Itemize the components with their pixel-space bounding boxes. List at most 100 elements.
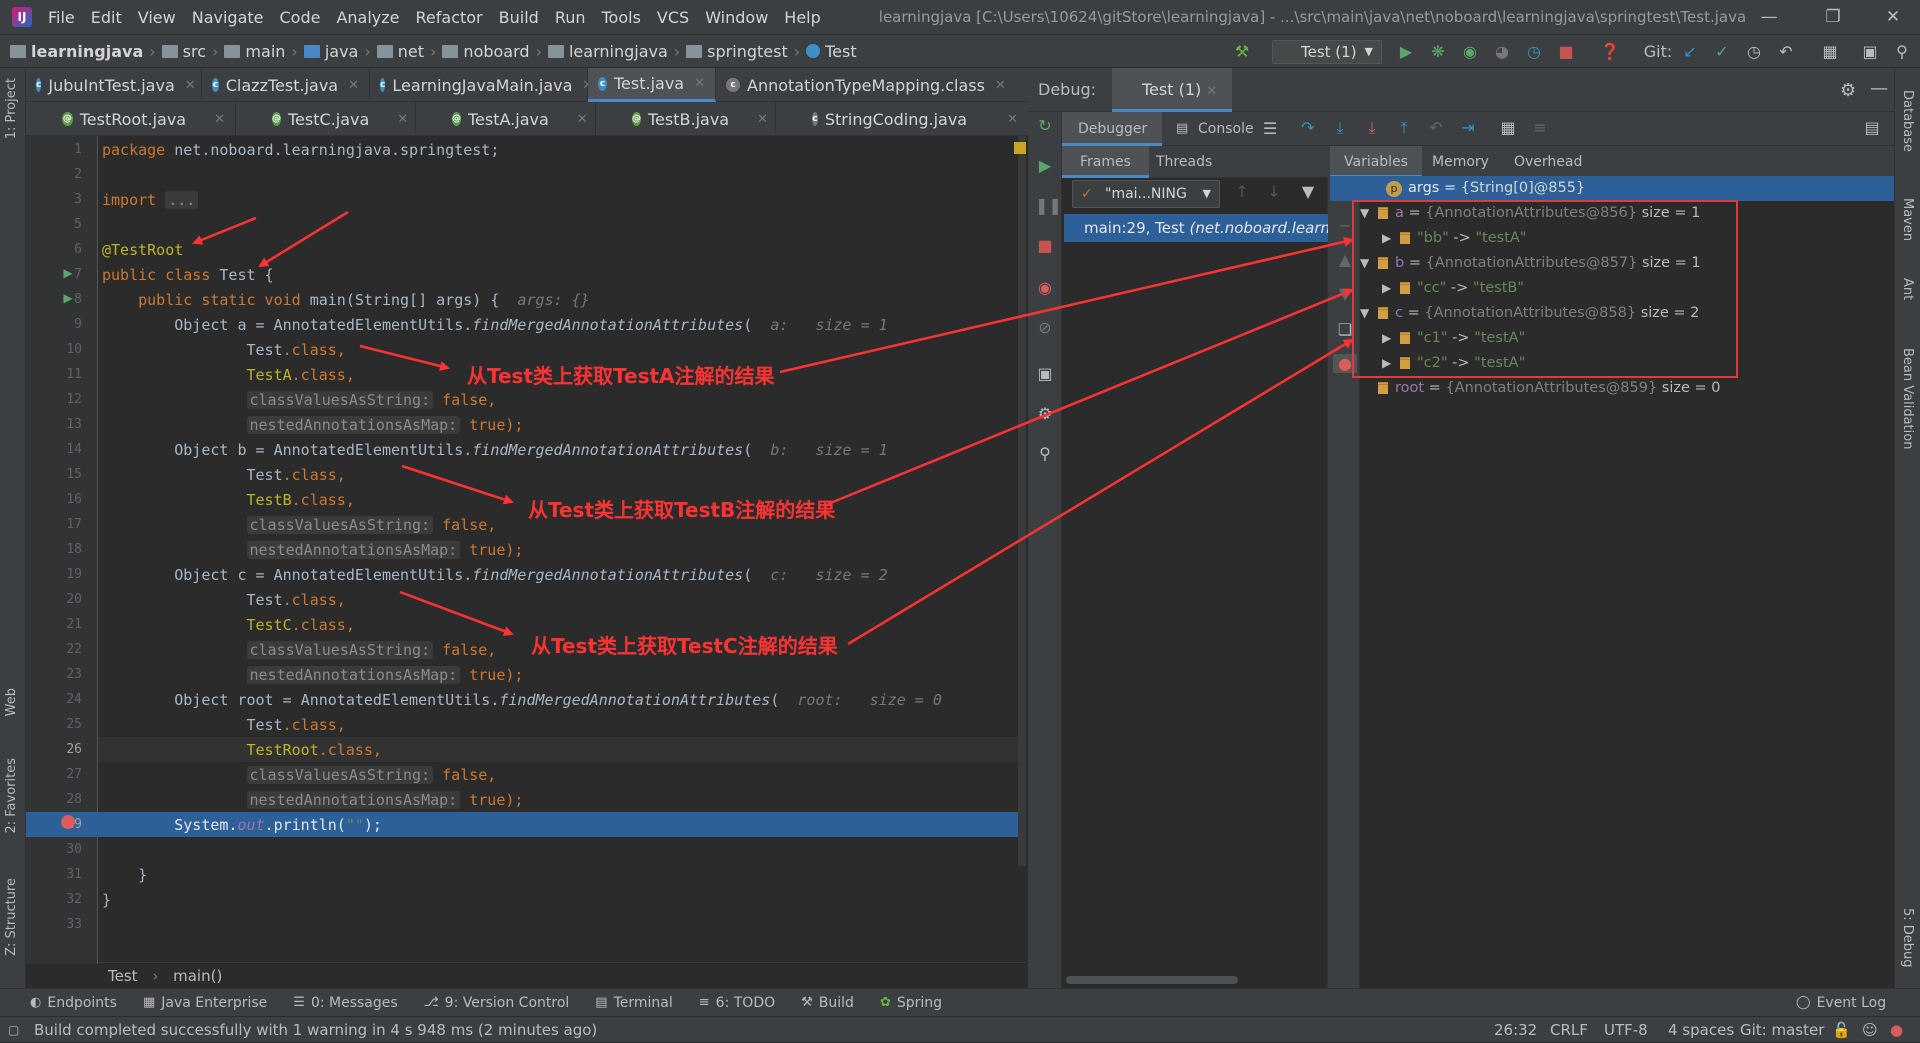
menu-edit[interactable]: Edit	[83, 8, 130, 27]
stop-icon[interactable]: ■	[1556, 42, 1576, 62]
tab-variables[interactable]: Variables	[1330, 146, 1422, 178]
step-out-icon[interactable]: ⤒	[1394, 118, 1414, 138]
debug-bug-icon[interactable]: ❋	[1428, 42, 1448, 62]
file-encoding[interactable]: UTF-8	[1604, 1017, 1648, 1043]
trace-icon[interactable]: ≡	[1530, 118, 1550, 137]
breadcrumb-noboard[interactable]: noboard ›	[442, 42, 542, 61]
close-tab-icon[interactable]: ✕	[995, 78, 1006, 93]
menu-vcs[interactable]: VCS	[649, 8, 697, 27]
footer-method[interactable]: main()	[173, 967, 222, 985]
maven-tool-button[interactable]: Maven	[1900, 198, 1915, 241]
thread-select[interactable]: ✓ "mai...NING ▼	[1072, 180, 1220, 208]
project-structure-icon[interactable]: ▦	[1820, 42, 1840, 62]
warning-marker-icon[interactable]	[1014, 142, 1026, 154]
endpoints-tool-button[interactable]: ◐ Endpoints	[30, 995, 117, 1011]
menu-navigate[interactable]: Navigate	[184, 8, 272, 27]
menu-help[interactable]: Help	[776, 8, 828, 27]
project-tool-button[interactable]: 1: Project	[4, 78, 19, 139]
force-step-into-icon[interactable]: ⤓	[1362, 118, 1382, 138]
settings-gear-icon[interactable]: ⚙	[1035, 404, 1055, 423]
java-enterprise-tool-button[interactable]: ▦ Java Enterprise	[143, 995, 267, 1011]
menu-analyze[interactable]: Analyze	[328, 8, 407, 27]
frames-scrollbar[interactable]	[1066, 976, 1238, 984]
breadcrumb-net[interactable]: net ›	[376, 42, 436, 61]
close-tab-icon[interactable]: ✕	[397, 112, 408, 127]
camera-icon[interactable]: ▣	[1035, 364, 1055, 383]
close-tab-icon[interactable]: ✕	[1007, 112, 1018, 127]
breadcrumb-learningjava[interactable]: learningjava ›	[547, 42, 680, 61]
coverage-icon[interactable]: ◉	[1460, 42, 1480, 62]
error-notification-icon[interactable]: ●	[1890, 1017, 1903, 1043]
tab-testc[interactable]: @ TestC.java ✕	[236, 102, 416, 136]
layout-icon[interactable]: ▣	[1860, 42, 1880, 62]
menu-view[interactable]: View	[130, 8, 184, 27]
line-separator[interactable]: CRLF	[1550, 1017, 1588, 1043]
tab-clazztest[interactable]: c ClazzTest.java ✕	[202, 68, 370, 102]
breakpoint-icon[interactable]	[61, 815, 75, 829]
frame-item[interactable]: main:29, Test (net.noboard.learni	[1064, 214, 1328, 242]
spring-tool-button[interactable]: ✿ Spring	[880, 995, 942, 1011]
close-tab-icon[interactable]: ✕	[214, 112, 225, 127]
tab-frames[interactable]: Frames	[1062, 146, 1149, 178]
drop-frame-icon[interactable]: ↶	[1426, 118, 1446, 137]
breadcrumb-main[interactable]: main ›	[224, 42, 298, 61]
build-tool-button[interactable]: ⚒ Build	[801, 995, 854, 1011]
help-icon[interactable]: ❓	[1600, 42, 1620, 62]
evaluate-expression-icon[interactable]: ▦	[1498, 118, 1518, 137]
bean-validation-tool-button[interactable]: Bean Validation	[1900, 348, 1915, 449]
rerun-icon[interactable]: ↻	[1035, 116, 1055, 135]
down-arrow-icon[interactable]: ↓	[1264, 182, 1284, 201]
menu-run[interactable]: Run	[547, 8, 594, 27]
tab-annotationtypemapping[interactable]: c AnnotationTypeMapping.class ✕	[716, 68, 1028, 102]
version-control-tool-button[interactable]: ⎇ 9: Version Control	[424, 995, 570, 1011]
run-configuration-select[interactable]: Test (1) ▼	[1272, 40, 1382, 64]
run-gutter-icon[interactable]: ▶	[58, 266, 78, 280]
menu-build[interactable]: Build	[491, 8, 547, 27]
tab-test[interactable]: c Test.java ✕	[588, 68, 716, 102]
search-everywhere-icon[interactable]: ⚲	[1892, 42, 1912, 62]
breadcrumb-springtest[interactable]: springtest ›	[686, 42, 800, 61]
caret-position[interactable]: 26:32	[1494, 1017, 1537, 1043]
variable-row-root[interactable]: root = {AnnotationAttributes@859} size =…	[1378, 376, 1721, 401]
run-icon[interactable]: ▶	[1396, 42, 1416, 62]
git-branch[interactable]: Git: master	[1740, 1017, 1824, 1043]
tab-threads[interactable]: Threads	[1144, 146, 1224, 178]
variable-row-args[interactable]: p args = {String[0]@855}	[1386, 176, 1585, 201]
settings-gear-icon[interactable]: ⚙	[1840, 80, 1856, 101]
breadcrumb-java[interactable]: java ›	[303, 42, 371, 61]
inspector-icon[interactable]: ☺	[1862, 1017, 1878, 1043]
close-tab-icon[interactable]: ✕	[1206, 84, 1217, 99]
menu-code[interactable]: Code	[272, 8, 329, 27]
up-arrow-icon[interactable]: ↑	[1232, 182, 1252, 201]
build-hammer-icon[interactable]: ⚒	[1232, 42, 1252, 62]
revert-icon[interactable]: ↶	[1776, 42, 1796, 62]
pin-icon[interactable]: ⚲	[1035, 444, 1055, 463]
close-tab-icon[interactable]: ✕	[694, 76, 705, 91]
editor-scrollbar[interactable]	[1018, 136, 1026, 866]
close-window-icon[interactable]: ✕	[1866, 0, 1920, 34]
menu-tools[interactable]: Tools	[594, 8, 649, 27]
profile-icon[interactable]: ◕	[1492, 42, 1512, 62]
tab-console[interactable]: ▤ Console	[1164, 112, 1266, 146]
resume-icon[interactable]: ▶	[1035, 156, 1055, 175]
menu-window[interactable]: Window	[697, 8, 776, 27]
tab-memory[interactable]: Memory	[1420, 146, 1501, 178]
stop-debug-icon[interactable]: ■	[1035, 236, 1055, 255]
status-toggle-icon[interactable]: ▢	[8, 1017, 19, 1043]
menu-refactor[interactable]: Refactor	[408, 8, 491, 27]
tab-learningjavamain[interactable]: cLearningJavaMain.java✕	[370, 68, 593, 102]
indent-setting[interactable]: 4 spaces	[1668, 1017, 1734, 1043]
step-over-icon[interactable]: ↷	[1298, 118, 1318, 137]
git-commit-icon[interactable]: ✓	[1712, 42, 1732, 62]
history-icon[interactable]: ◷	[1744, 42, 1764, 62]
run-gutter-icon[interactable]: ▶	[58, 291, 78, 305]
restore-icon[interactable]: ❐	[1806, 0, 1860, 34]
database-tool-button[interactable]: Database	[1900, 90, 1915, 152]
structure-tool-button[interactable]: Z: Structure	[4, 878, 19, 956]
tab-overhead[interactable]: Overhead	[1502, 146, 1594, 178]
close-tab-icon[interactable]: ✕	[348, 78, 359, 93]
threads-menu-icon[interactable]: ☰	[1260, 119, 1280, 138]
run-to-cursor-icon[interactable]: ⇥	[1458, 118, 1478, 137]
menu-file[interactable]: File	[40, 8, 83, 27]
attach-icon[interactable]: ◷	[1524, 42, 1544, 62]
